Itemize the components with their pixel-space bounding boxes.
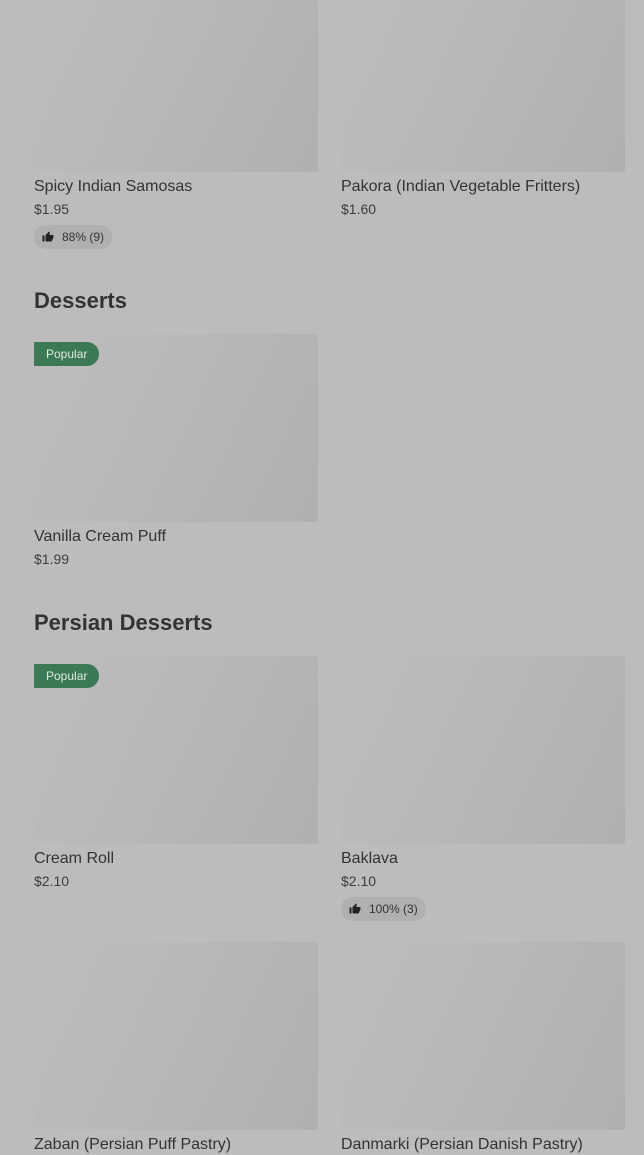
rating-text: 100% (3) [369, 902, 418, 916]
item-image: Popular [34, 334, 318, 522]
rating-pill: 100% (3) [341, 897, 426, 921]
item-name: Spicy Indian Samosas [34, 178, 193, 195]
menu-item-card[interactable]: Baklava $2.10 100% (3) [341, 656, 625, 921]
item-price: $2.10 [341, 873, 377, 889]
menu-item-card[interactable]: Pakora (Indian Vegetable Fritters) $1.60 [341, 0, 625, 219]
item-image [341, 942, 625, 1130]
thumbs-up-icon [42, 231, 54, 242]
rating-text: 88% (9) [62, 230, 105, 244]
item-name: Danmarki (Persian Danish Pastry) [341, 1136, 583, 1153]
item-price: $1.99 [34, 551, 70, 567]
rating-pill: 88% (9) [34, 225, 113, 249]
item-image [341, 0, 625, 172]
item-image [341, 656, 625, 844]
item-image [34, 942, 318, 1130]
section-title: Desserts [34, 288, 127, 313]
item-price: $1.95 [34, 201, 70, 217]
item-price: $1.60 [341, 201, 377, 217]
item-price: $2.10 [34, 873, 70, 889]
menu-item-card[interactable]: Spicy Indian Samosas $1.95 88% (9) [34, 0, 318, 249]
section-title: Persian Desserts [34, 610, 213, 635]
item-name: Baklava [341, 850, 398, 867]
item-name: Zaban (Persian Puff Pastry) [34, 1136, 232, 1153]
menu-item-card[interactable]: Popular Vanilla Cream Puff $1.99 [34, 334, 318, 569]
item-image: Popular [34, 656, 318, 844]
item-name: Cream Roll [34, 850, 115, 867]
item-name: Vanilla Cream Puff [34, 528, 166, 545]
item-image [34, 0, 318, 172]
menu-item-card[interactable]: Danmarki (Persian Danish Pastry) [341, 942, 625, 1155]
item-name: Pakora (Indian Vegetable Fritters) [341, 178, 581, 195]
thumbs-up-icon [349, 903, 361, 914]
menu-item-card[interactable]: Zaban (Persian Puff Pastry) [34, 942, 318, 1155]
menu-item-card[interactable]: Popular Cream Roll $2.10 [34, 656, 318, 891]
popular-badge: Popular [34, 664, 100, 688]
menu-page: Spicy Indian Samosas $1.95 88% (9) Pakor… [0, 0, 644, 1153]
popular-badge: Popular [34, 342, 100, 366]
